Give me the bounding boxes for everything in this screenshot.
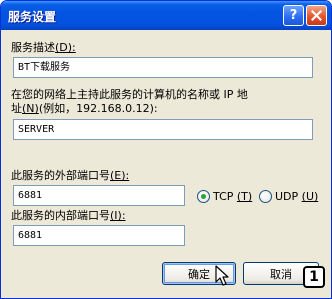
external-port-accel: (E): xyxy=(110,169,130,182)
external-port-input[interactable]: 6881 xyxy=(13,185,185,206)
tcp-label[interactable]: TCP (T) xyxy=(213,190,252,203)
cancel-button-label: 取消 xyxy=(270,267,292,281)
step-marker-badge: 1 xyxy=(303,266,325,288)
description-label: 服务描述(D): xyxy=(11,41,76,54)
tcp-accel: (T) xyxy=(236,190,253,203)
host-label-line1: 在您的网络上主持此服务的计算机的名称或 IP 地 xyxy=(11,88,248,101)
udp-label[interactable]: UDP (U) xyxy=(275,190,318,203)
internal-port-input[interactable]: 6881 xyxy=(13,225,185,246)
dialog-title: 服务设置 xyxy=(8,10,57,24)
title-bar: 服务设置 ? xyxy=(1,1,331,30)
internal-port-accel: (I): xyxy=(110,209,126,222)
description-accel: (D): xyxy=(55,41,76,54)
host-label-line2: 址(N)(例如，192.168.0.12): xyxy=(11,102,158,115)
description-input[interactable]: BT下载服务 xyxy=(13,57,313,78)
help-button[interactable]: ? xyxy=(283,5,304,26)
udp-radio[interactable] xyxy=(259,190,272,203)
close-button[interactable] xyxy=(306,5,327,26)
step-marker-number: 1 xyxy=(309,269,319,285)
external-port-label: 此服务的外部端口号(E): xyxy=(11,169,130,182)
host-accel: (N) xyxy=(22,102,39,115)
mouse-pointer-icon xyxy=(215,265,229,286)
close-icon xyxy=(311,10,322,21)
help-icon: ? xyxy=(289,8,298,23)
service-settings-dialog: 服务设置 ? 服务描述(D): BT下载服务 在您的网络上主持此服务的计算机的名… xyxy=(0,0,332,299)
ok-button-label: 确定 xyxy=(188,267,210,281)
tcp-radio[interactable] xyxy=(197,190,210,203)
internal-port-label: 此服务的内部端口号(I): xyxy=(11,209,126,222)
host-input[interactable]: SERVER xyxy=(13,119,313,140)
udp-accel: (U) xyxy=(301,190,319,203)
